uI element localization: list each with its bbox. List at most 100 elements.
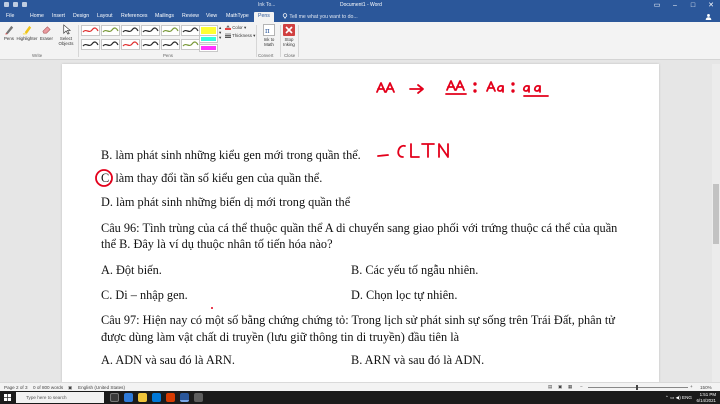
pen-swatch[interactable] — [81, 25, 100, 36]
thickness-label: Thickness — [232, 33, 252, 38]
stop-inking-button[interactable]: Stop Inking — [282, 24, 296, 47]
minimize-button[interactable]: – — [666, 0, 684, 11]
input-language[interactable]: ENG — [682, 395, 692, 400]
cursor-icon — [62, 24, 71, 35]
tab-references[interactable]: References — [121, 13, 148, 19]
title-bar: Ink To... Document1 - Word ▭ – □ ✕ — [0, 0, 720, 11]
thickness-icon — [225, 33, 231, 38]
thickness-dropdown[interactable]: Thickness ▾ — [225, 33, 255, 38]
file-explorer-icon[interactable] — [138, 393, 147, 402]
zoom-slider-thumb[interactable] — [636, 385, 638, 390]
page-count[interactable]: Page 2 of 3 — [4, 385, 28, 390]
pen-swatch[interactable] — [101, 25, 120, 36]
pen-swatch[interactable] — [181, 25, 200, 36]
tab-pens[interactable]: Pens — [254, 12, 274, 22]
highlighter-icon — [22, 25, 31, 35]
ink-to-math-icon: π — [263, 24, 275, 36]
zoom-level[interactable]: 150% — [700, 385, 712, 390]
ribbon: Pens Highlighter Eraser Select Objects W… — [0, 22, 720, 60]
tell-me-search[interactable]: Tell me what you want to do... — [282, 13, 358, 20]
eraser-button[interactable]: Eraser — [39, 24, 54, 41]
ribbon-separator — [280, 25, 281, 57]
pen-tool-button[interactable]: Pens — [2, 24, 16, 41]
select-objects-button[interactable]: Select Objects — [56, 24, 76, 46]
powerpoint-icon[interactable] — [166, 393, 175, 402]
save-icon[interactable] — [4, 2, 9, 7]
taskbar-search-placeholder: Type here to search — [26, 395, 67, 400]
word-icon[interactable] — [180, 393, 189, 402]
select-objects-label: Select Objects — [58, 36, 74, 46]
color-icon — [225, 25, 231, 30]
language-status[interactable]: English (United States) — [78, 385, 125, 390]
taskbar-clock[interactable]: 1:51 PM 6/14/2021 — [696, 392, 716, 403]
clock-time: 1:51 PM — [699, 392, 716, 397]
taskbar-search-box[interactable]: Type here to search — [16, 392, 104, 403]
highlighter-label: Highlighter — [16, 36, 38, 41]
highlighter-swatch[interactable] — [199, 44, 218, 52]
pen-icon — [4, 25, 13, 35]
ribbon-separator — [298, 25, 299, 57]
pen-swatch[interactable] — [121, 25, 140, 36]
tab-mathtype[interactable]: MathType — [226, 13, 249, 19]
close-button[interactable]: ✕ — [702, 0, 720, 11]
pens-group-label: Pens — [163, 53, 174, 58]
redo-icon[interactable] — [22, 2, 27, 7]
ribbon-display-icon[interactable]: ▭ — [648, 0, 666, 11]
read-mode-icon[interactable]: ▤ — [548, 384, 552, 390]
highlighter-button[interactable]: Highlighter — [16, 24, 38, 41]
highlighter-swatch[interactable] — [199, 35, 218, 43]
pen-swatch[interactable] — [81, 39, 100, 50]
ink-to-math-button[interactable]: π Ink to Math — [259, 24, 279, 47]
system-tray[interactable]: ⌃ ▭ ◀) ENG — [665, 395, 692, 401]
ribbon-separator — [256, 25, 257, 57]
word-count[interactable]: 0 of 800 words — [33, 385, 63, 390]
clock-date: 6/14/2021 — [696, 397, 716, 403]
pen-swatch[interactable] — [101, 39, 120, 50]
window-title: Document1 - Word — [340, 2, 382, 8]
tab-view[interactable]: View — [206, 13, 217, 19]
stop-inking-icon — [283, 24, 295, 36]
edge-icon[interactable] — [124, 393, 133, 402]
ink-to-math-label: Ink to Math — [263, 37, 275, 47]
write-group-label: Write — [32, 53, 43, 58]
pen-swatch[interactable] — [181, 39, 200, 50]
pen-swatch[interactable] — [161, 25, 180, 36]
pen-swatch[interactable] — [141, 25, 160, 36]
scrollbar-thumb[interactable] — [713, 184, 719, 244]
undo-icon[interactable] — [13, 2, 18, 7]
pen-tool-label: Pens — [3, 36, 14, 41]
web-layout-icon[interactable]: ▦ — [568, 384, 572, 390]
vertical-scrollbar[interactable] — [712, 64, 720, 382]
gallery-scroll[interactable]: ▴ ▾ ▾ — [219, 25, 221, 40]
convert-group-label: Convert — [258, 53, 274, 58]
zoom-slider[interactable] — [588, 387, 688, 388]
zoom-out-button[interactable]: − — [580, 384, 583, 389]
pen-swatch[interactable] — [141, 39, 160, 50]
lightbulb-icon — [282, 13, 288, 19]
tab-layout[interactable]: Layout — [97, 13, 113, 19]
pen-color-dropdown[interactable]: Color ▾ — [225, 25, 246, 30]
tab-home[interactable]: Home — [30, 13, 44, 19]
tab-mailings[interactable]: Mailings — [155, 13, 174, 19]
zoom-in-button[interactable]: + — [690, 384, 693, 389]
tab-design[interactable]: Design — [73, 13, 89, 19]
print-layout-icon[interactable]: ▣ — [558, 384, 562, 390]
windows-start-icon[interactable] — [4, 394, 11, 401]
maximize-button[interactable]: □ — [684, 0, 702, 11]
quick-access-toolbar — [4, 2, 27, 7]
document-page[interactable]: B. làm phát sinh những kiểu gen mới tron… — [62, 64, 659, 382]
stop-inking-label: Stop Inking — [283, 37, 295, 47]
tab-review[interactable]: Review — [182, 13, 199, 19]
task-view-icon[interactable] — [110, 393, 119, 402]
share-icon[interactable] — [705, 13, 712, 22]
tab-insert[interactable]: Insert — [52, 13, 65, 19]
close-group-label: Close — [284, 53, 296, 58]
ink-circle-mark — [95, 169, 113, 187]
eraser-label: Eraser — [40, 36, 53, 41]
pen-swatch[interactable] — [121, 39, 140, 50]
store-icon[interactable] — [152, 393, 161, 402]
pen-swatch[interactable] — [161, 39, 180, 50]
color-label: Color — [232, 25, 243, 30]
app-icon[interactable] — [194, 393, 203, 402]
tab-file[interactable]: File — [6, 13, 14, 19]
